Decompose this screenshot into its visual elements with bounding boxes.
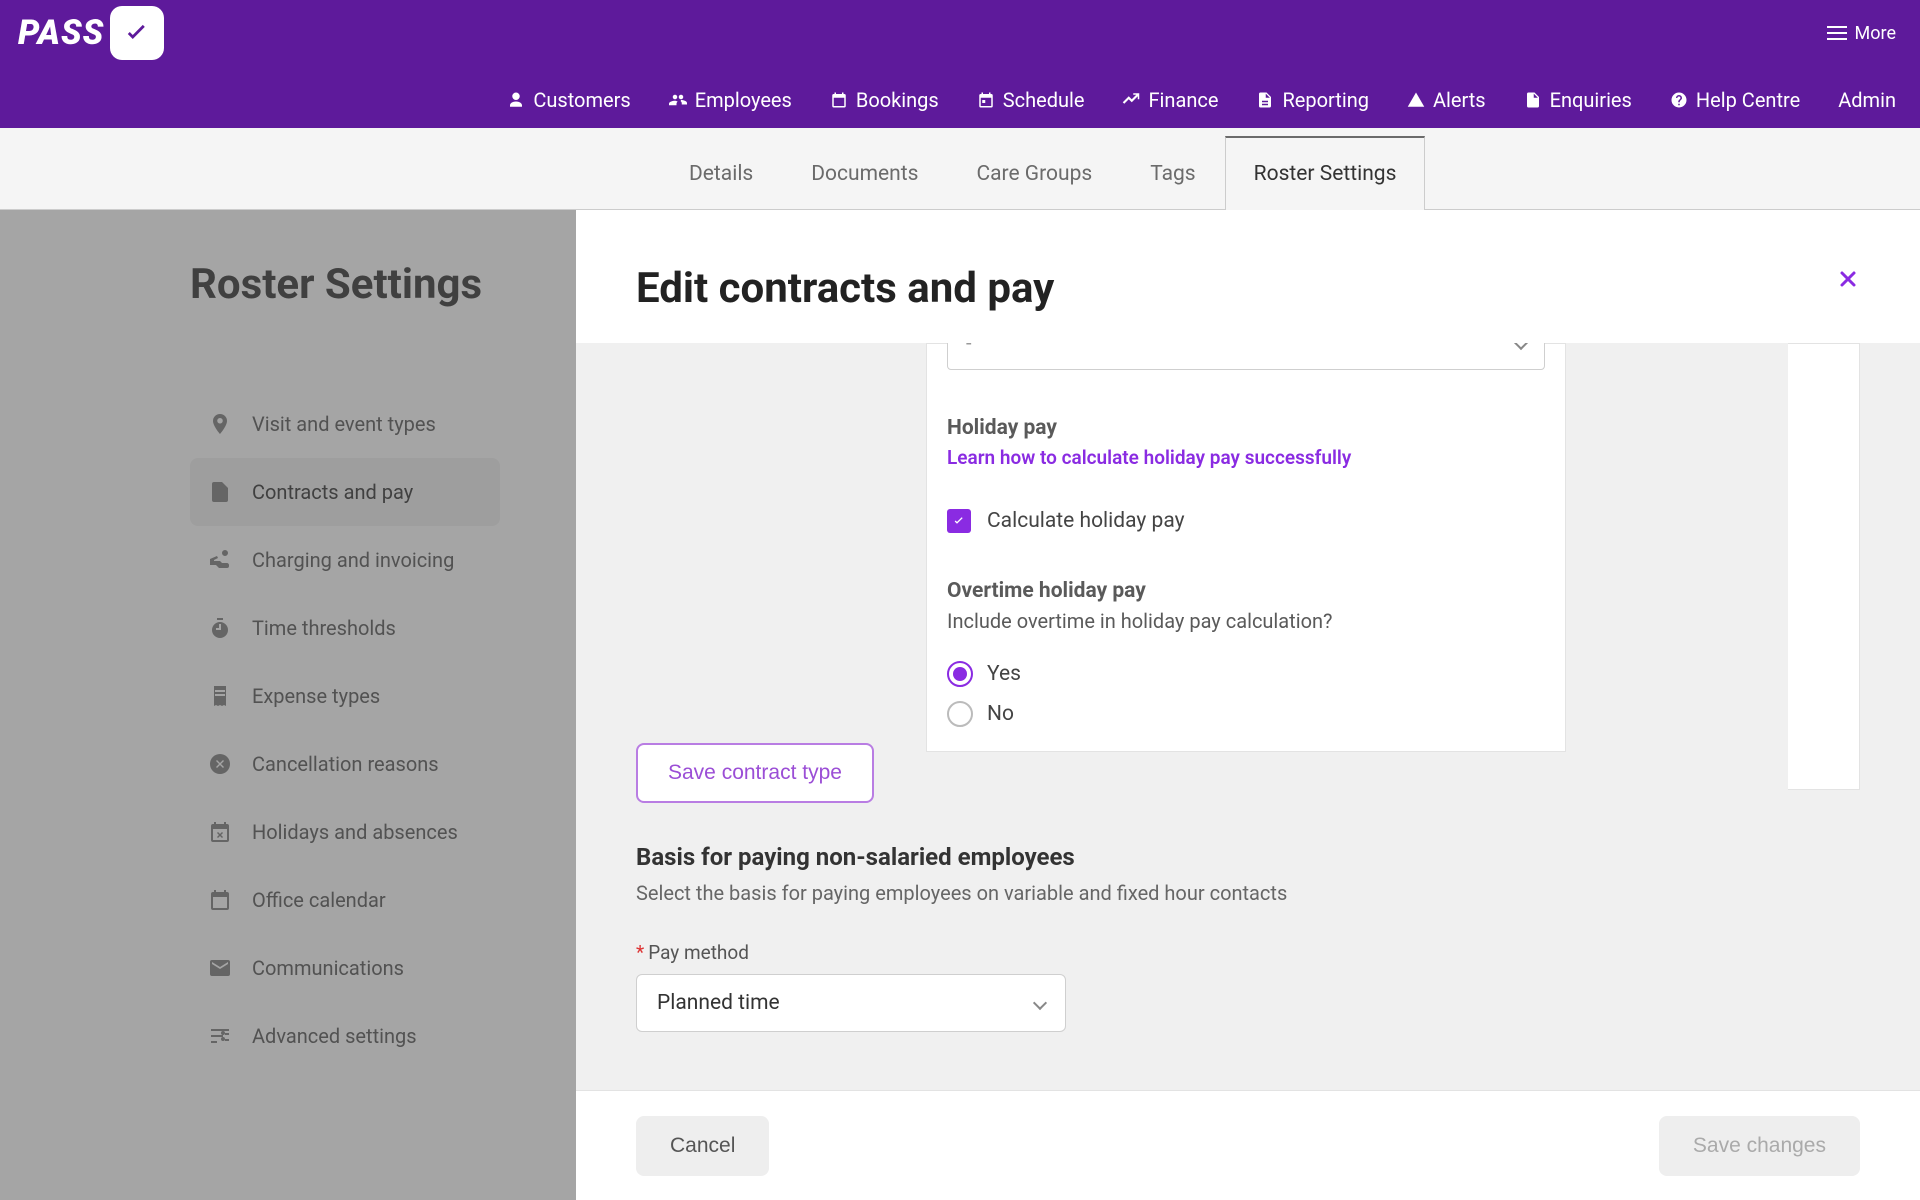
tab-label: Care Groups <box>976 162 1092 186</box>
radio-label: No <box>987 702 1014 726</box>
warning-icon <box>1407 91 1425 109</box>
holiday-pay-link[interactable]: Learn how to calculate holiday pay succe… <box>947 446 1545 469</box>
nav-label: Reporting <box>1282 88 1369 112</box>
chevron-down-icon <box>1033 996 1047 1010</box>
tab-documents[interactable]: Documents <box>782 137 947 210</box>
save-contract-type-button[interactable]: Save contract type <box>636 743 874 803</box>
tab-care-groups[interactable]: Care Groups <box>947 137 1121 210</box>
button-label: Cancel <box>670 1134 735 1157</box>
top-select[interactable]: - <box>947 343 1545 370</box>
button-label: Save changes <box>1693 1134 1826 1157</box>
edit-contracts-modal: Edit contracts and pay - Holiday pay Lea… <box>576 210 1920 1200</box>
more-label: More <box>1855 23 1896 44</box>
modal-title: Edit contracts and pay <box>636 264 1054 313</box>
primary-nav: Customers Employees Bookings Schedule Fi… <box>0 88 1920 128</box>
radio-button[interactable] <box>947 701 973 727</box>
overtime-radio-yes[interactable]: Yes <box>947 661 1545 687</box>
select-value: - <box>966 343 972 355</box>
basis-section: Basis for paying non-salaried employees … <box>636 843 1287 1032</box>
nav-label: Alerts <box>1433 88 1486 112</box>
nav-admin[interactable]: Admin <box>1838 88 1896 112</box>
nav-label: Schedule <box>1003 88 1085 112</box>
radio-button[interactable] <box>947 661 973 687</box>
basis-desc: Select the basis for paying employees on… <box>636 881 1287 905</box>
hamburger-icon <box>1827 26 1847 40</box>
chevron-down-icon <box>1514 343 1528 350</box>
calculate-holiday-pay-row[interactable]: Calculate holiday pay <box>947 509 1545 533</box>
tab-details[interactable]: Details <box>660 137 782 210</box>
nav-reporting[interactable]: Reporting <box>1256 88 1369 112</box>
check-icon <box>951 513 967 529</box>
nav-label: Bookings <box>856 88 939 112</box>
settings-panel: - Holiday pay Learn how to calculate hol… <box>926 343 1566 752</box>
overtime-desc: Include overtime in holiday pay calculat… <box>947 609 1545 633</box>
nav-label: Admin <box>1838 88 1896 112</box>
calculate-holiday-pay-checkbox[interactable] <box>947 509 971 533</box>
tab-label: Details <box>689 162 753 186</box>
tab-label: Documents <box>811 162 918 186</box>
nav-label: Enquiries <box>1550 88 1632 112</box>
schedule-icon <box>977 91 995 109</box>
chart-line-icon <box>1122 91 1140 109</box>
nav-customers[interactable]: Customers <box>507 88 630 112</box>
sub-tabs: Details Documents Care Groups Tags Roste… <box>0 128 1920 210</box>
logo-text: PASS <box>18 13 104 53</box>
pay-method-select[interactable]: Planned time <box>636 974 1066 1032</box>
basis-title: Basis for paying non-salaried employees <box>636 843 1287 871</box>
nav-employees[interactable]: Employees <box>669 88 792 112</box>
modal-footer: Cancel Save changes <box>576 1090 1920 1200</box>
app-header: PASS More Customers Employees Bookings S… <box>0 0 1920 128</box>
panel-right-strip <box>1788 343 1860 790</box>
nav-label: Customers <box>533 88 630 112</box>
question-circle-icon <box>1670 91 1688 109</box>
file-icon <box>1524 91 1542 109</box>
tab-label: Tags <box>1150 162 1195 186</box>
required-asterisk: * <box>636 941 644 964</box>
cancel-button[interactable]: Cancel <box>636 1116 769 1176</box>
nav-enquiries[interactable]: Enquiries <box>1524 88 1632 112</box>
nav-label: Finance <box>1148 88 1218 112</box>
nav-bookings[interactable]: Bookings <box>830 88 939 112</box>
field-label-text: Pay method <box>648 941 749 964</box>
holiday-pay-heading: Holiday pay <box>947 416 1545 440</box>
close-button[interactable] <box>1836 264 1860 299</box>
document-icon <box>1256 91 1274 109</box>
tab-label: Roster Settings <box>1254 162 1397 186</box>
calendar-icon <box>830 91 848 109</box>
nav-help-centre[interactable]: Help Centre <box>1670 88 1800 112</box>
pay-method-label: *Pay method <box>636 941 1287 964</box>
nav-alerts[interactable]: Alerts <box>1407 88 1486 112</box>
button-label: Save contract type <box>668 761 842 784</box>
checkbox-label: Calculate holiday pay <box>987 509 1185 533</box>
users-icon <box>669 91 687 109</box>
user-icon <box>507 91 525 109</box>
overtime-heading: Overtime holiday pay <box>947 579 1545 603</box>
nav-label: Employees <box>695 88 792 112</box>
overtime-radio-group: Yes No <box>947 661 1545 727</box>
nav-label: Help Centre <box>1696 88 1800 112</box>
radio-label: Yes <box>987 662 1021 686</box>
nav-finance[interactable]: Finance <box>1122 88 1218 112</box>
tab-roster-settings[interactable]: Roster Settings <box>1225 136 1426 210</box>
logo-check-icon <box>110 6 164 60</box>
nav-schedule[interactable]: Schedule <box>977 88 1085 112</box>
overtime-radio-no[interactable]: No <box>947 701 1545 727</box>
select-value: Planned time <box>657 991 780 1015</box>
close-icon <box>1836 267 1860 291</box>
more-menu-button[interactable]: More <box>1827 23 1896 44</box>
app-logo: PASS <box>18 6 164 60</box>
save-changes-button: Save changes <box>1659 1116 1860 1176</box>
tab-tags[interactable]: Tags <box>1121 137 1224 210</box>
